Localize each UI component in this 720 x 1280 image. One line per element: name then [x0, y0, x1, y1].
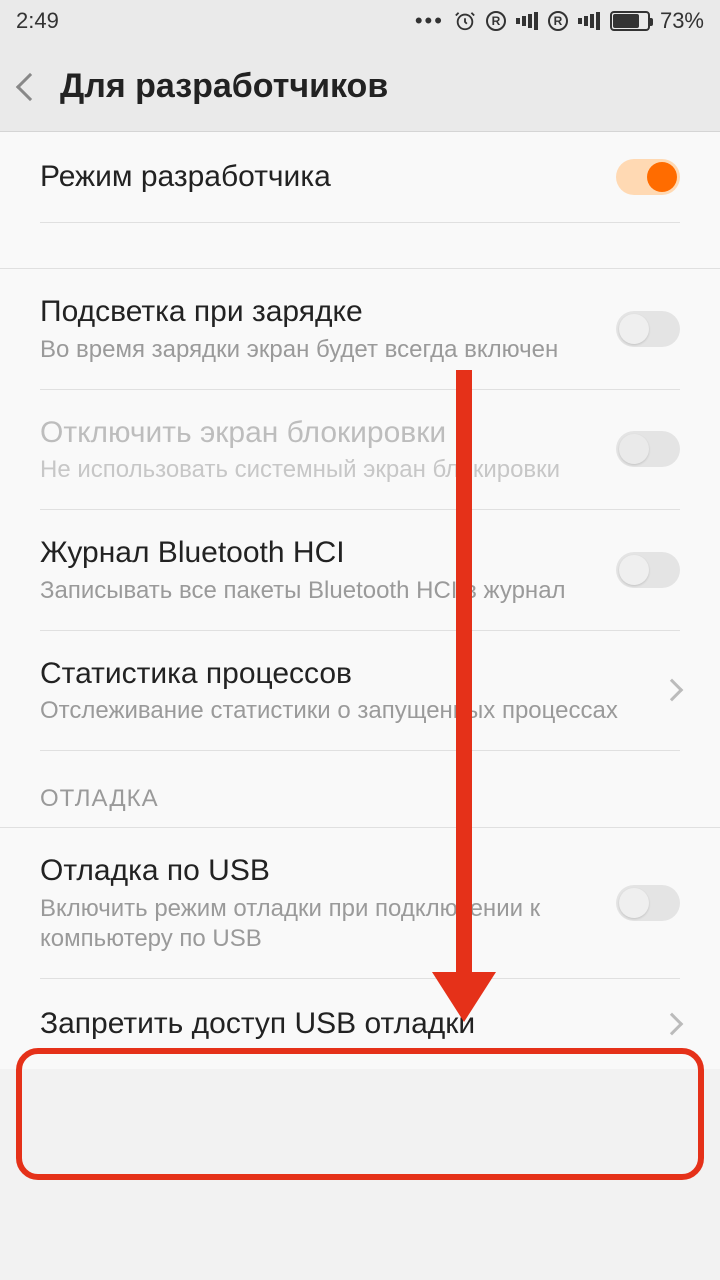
- status-indicators: ••• R R 73%: [415, 8, 704, 34]
- section-header-debug: ОТЛАДКА: [0, 751, 720, 827]
- row-developer-mode[interactable]: Режим разработчика: [0, 132, 720, 222]
- sim1-roaming-icon: R: [486, 11, 506, 31]
- row-subtitle: Не использовать системный экран блокиров…: [40, 455, 616, 485]
- row-title: Журнал Bluetooth HCI: [40, 534, 616, 572]
- row-subtitle: Отслеживание статистики о запущенных про…: [40, 696, 654, 726]
- settings-list: Режим разработчика Подсветка при зарядке…: [0, 132, 720, 1069]
- row-usb-debugging[interactable]: Отладка по USB Включить режим отладки пр…: [0, 828, 720, 978]
- battery-percent: 73%: [660, 8, 704, 34]
- more-icon: •••: [415, 8, 444, 34]
- sim2-roaming-icon: R: [548, 11, 568, 31]
- row-bluetooth-hci-log[interactable]: Журнал Bluetooth HCI Записывать все паке…: [0, 510, 720, 630]
- app-header: Для разработчиков: [0, 42, 720, 132]
- row-title: Режим разработчика: [40, 158, 616, 196]
- sim1-signal-icon: [516, 12, 538, 30]
- row-subtitle: Записывать все пакеты Bluetooth HCI в жу…: [40, 576, 616, 606]
- alarm-icon: [454, 10, 476, 32]
- row-revoke-usb-debug[interactable]: Запретить доступ USB отладки: [0, 979, 720, 1069]
- row-disable-lockscreen: Отключить экран блокировки Не использова…: [0, 390, 720, 510]
- battery-icon: [610, 11, 650, 31]
- row-charging-backlight[interactable]: Подсветка при зарядке Во время зарядки э…: [0, 269, 720, 389]
- list-gap: [0, 223, 720, 269]
- row-process-stats[interactable]: Статистика процессов Отслеживание статис…: [0, 631, 720, 751]
- toggle-bluetooth-hci-log[interactable]: [616, 552, 680, 588]
- status-time: 2:49: [16, 8, 59, 34]
- row-subtitle: Включить режим отладки при подключении к…: [40, 894, 616, 954]
- page-title: Для разработчиков: [60, 67, 388, 106]
- toggle-charging-backlight[interactable]: [616, 311, 680, 347]
- sim2-signal-icon: [578, 12, 600, 30]
- toggle-disable-lockscreen: [616, 431, 680, 467]
- row-title: Отключить экран блокировки: [40, 414, 616, 452]
- row-title: Отладка по USB: [40, 852, 616, 890]
- status-bar: 2:49 ••• R R 73%: [0, 0, 720, 42]
- row-title: Запретить доступ USB отладки: [40, 1005, 654, 1043]
- toggle-developer-mode[interactable]: [616, 159, 680, 195]
- chevron-right-icon: [661, 679, 684, 702]
- row-title: Статистика процессов: [40, 655, 654, 693]
- row-subtitle: Во время зарядки экран будет всегда вклю…: [40, 335, 616, 365]
- toggle-usb-debugging[interactable]: [616, 885, 680, 921]
- row-title: Подсветка при зарядке: [40, 293, 616, 331]
- back-icon[interactable]: [16, 72, 44, 100]
- chevron-right-icon: [661, 1012, 684, 1035]
